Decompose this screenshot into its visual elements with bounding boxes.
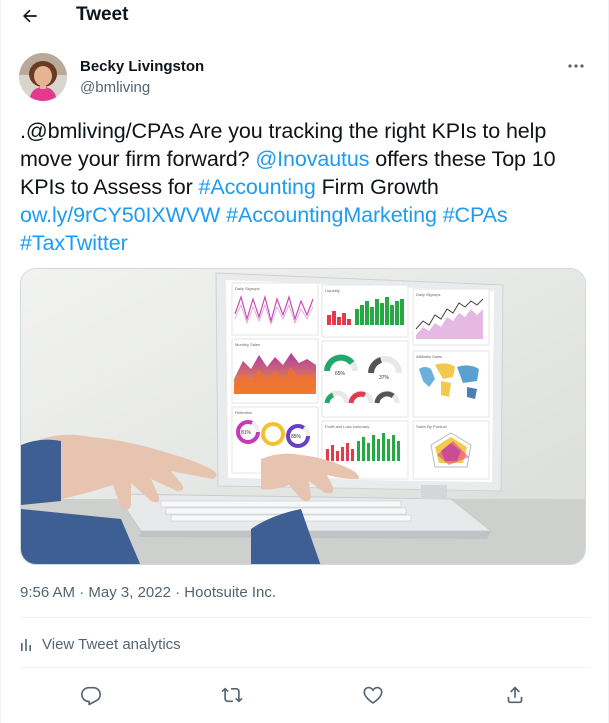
tweet-text-segment: Firm Growth (315, 175, 439, 199)
tweet-link[interactable]: ow.ly/9rCY50IXWVW (20, 203, 220, 227)
divider (20, 667, 590, 668)
meta-separator: · (170, 584, 185, 601)
like-button[interactable] (358, 680, 388, 710)
svg-text:Liquidity: Liquidity (325, 288, 340, 293)
svg-text:85%: 85% (291, 434, 302, 440)
more-horizontal-icon (568, 64, 584, 68)
tweet-link[interactable]: #AccountingMarketing (226, 203, 437, 227)
tweet-page: Tweet Becky Livingston @bmliving .@bmliv… (0, 0, 609, 723)
svg-text:Monthly Sales: Monthly Sales (235, 342, 260, 347)
view-analytics-button[interactable]: View Tweet analytics (20, 636, 181, 653)
tweet-link[interactable]: #Accounting (199, 175, 316, 199)
svg-text:37%: 37% (379, 375, 390, 381)
tweet-link[interactable]: @Inovautus (255, 147, 369, 171)
header: Tweet (1, 0, 608, 33)
svg-text:Affiliates Sales: Affiliates Sales (416, 354, 442, 359)
author-handle[interactable]: @bmliving (80, 79, 150, 96)
tweet-source[interactable]: Hootsuite Inc. (184, 584, 276, 601)
meta-separator: · (75, 584, 89, 601)
bar-chart-icon (21, 638, 31, 651)
svg-text:Retention: Retention (235, 410, 252, 415)
svg-text:Daily Signups: Daily Signups (235, 286, 259, 291)
svg-text:65%: 65% (335, 371, 346, 377)
retweet-icon (221, 687, 243, 703)
reply-icon (81, 686, 101, 706)
tweet-date[interactable]: May 3, 2022 (88, 584, 171, 601)
avatar[interactable] (19, 53, 67, 101)
share-icon (507, 686, 523, 704)
arrow-left-icon (23, 9, 37, 23)
svg-text:Daily Signups: Daily Signups (416, 292, 440, 297)
more-options-button[interactable] (564, 56, 588, 76)
author-name[interactable]: Becky Livingston (80, 58, 204, 75)
heart-icon (363, 686, 383, 704)
tweet-time[interactable]: 9:56 AM (20, 584, 75, 601)
share-button[interactable] (500, 680, 530, 710)
svg-text:Sales By Product: Sales By Product (416, 424, 448, 429)
svg-text:Profit and Loss summary: Profit and Loss summary (325, 424, 369, 429)
tweet-link[interactable]: #CPAs (443, 203, 508, 227)
analytics-label: View Tweet analytics (42, 636, 181, 653)
tweet-actions (1, 680, 608, 710)
svg-text:81%: 81% (241, 430, 252, 436)
dashboard-tile-1: Daily Signups (231, 282, 319, 336)
back-button[interactable] (15, 2, 45, 30)
tweet-link[interactable]: #TaxTwitter (20, 231, 128, 255)
reply-button[interactable] (76, 680, 106, 710)
tweet-text: .@bmliving/CPAs Are you tracking the rig… (20, 117, 595, 257)
tweet-meta: 9:56 AM · May 3, 2022 · Hootsuite Inc. (20, 584, 276, 601)
retweet-button[interactable] (217, 680, 247, 710)
divider (20, 617, 590, 618)
tweet-image[interactable]: Daily Signups Liquidity Daily Signups Mo… (20, 268, 586, 565)
page-title: Tweet (76, 4, 129, 25)
